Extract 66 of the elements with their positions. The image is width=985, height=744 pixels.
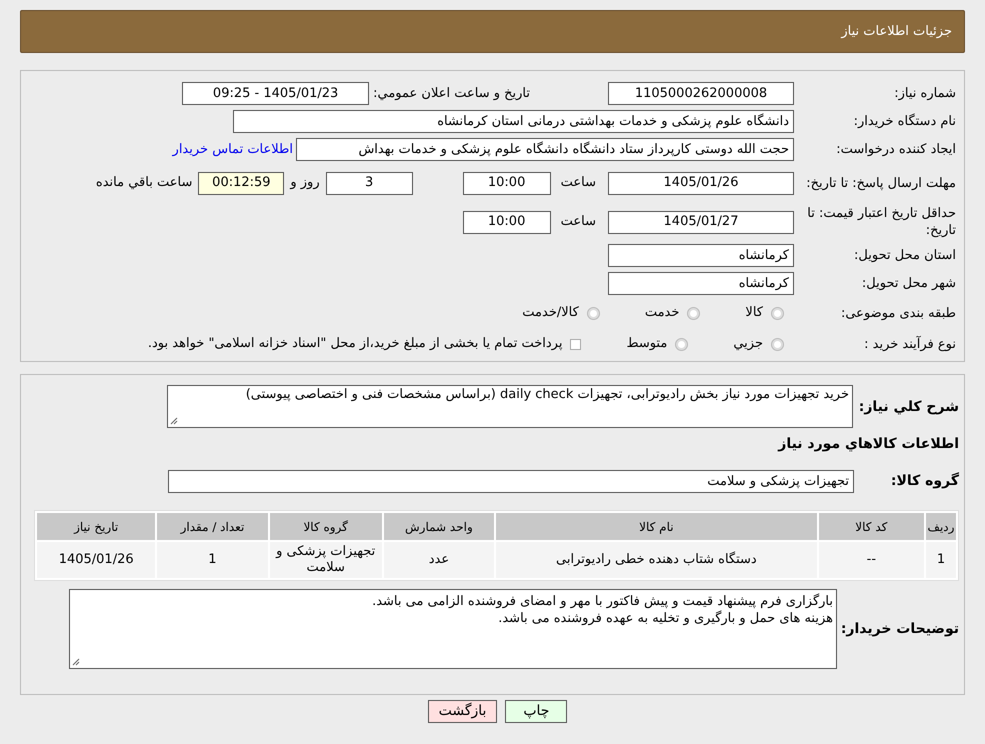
announce-date-field: 1405/01/23 - 09:25: [182, 82, 370, 105]
time-field: 10:00: [462, 210, 551, 234]
description-field: خرید تجهیزات مورد نیاز بخش رادیوترابی، تجهیزات daily check (براساس مشخصات فنی و اختصاصی پیوستی): [167, 385, 853, 428]
option-label: پرداخت تمام یا بخشی از مبلغ خرید،از محل "اسناد خزانه اسلامی" خواهد بود.: [148, 335, 562, 354]
column-header: گروه کالا: [270, 513, 382, 540]
table-cell: عدد: [384, 542, 494, 578]
option-label: خدمت: [644, 304, 680, 322]
field-label: روز و: [290, 174, 320, 192]
resize-handle-icon[interactable]: [170, 417, 178, 425]
radio-button[interactable]: [675, 338, 688, 350]
column-header: تعداد / مقدار: [157, 513, 268, 540]
field-label: استان محل تحویل:: [853, 247, 957, 264]
back-button[interactable]: بازگشت: [428, 700, 498, 723]
table-cell: 1: [157, 542, 268, 578]
need-number-field: 1105000262000008: [608, 82, 794, 105]
note-line: بارگزاری فرم پیشنهاد قیمت و پیش فاکتور با مهر و امضای فروشنده الزامی می باشد.: [371, 593, 833, 610]
field-label: ساعت: [560, 174, 596, 192]
option-label: کالا/خدمت: [522, 304, 579, 322]
table-cell: --: [818, 542, 924, 578]
days-field: 3: [326, 172, 413, 194]
buyer-contact-link[interactable]: اطلاعات تماس خریدار: [172, 140, 293, 160]
field-label: ساعت باقي مانده: [96, 174, 192, 192]
goods-group-field: تجهیزات پزشکی و سلامت: [168, 470, 854, 493]
field-label: ساعت: [560, 213, 596, 232]
table-cell: تجهیزات پزشکی و سلامت: [270, 542, 382, 578]
table-cell: 1: [926, 542, 956, 578]
field-label: گروه کالا:: [890, 471, 959, 491]
field-label: طبقه بندی موضوعی:: [840, 304, 957, 322]
column-header: واحد شمارش: [384, 513, 494, 540]
checkbox[interactable]: [570, 338, 582, 350]
field-label: حداقل تاریخ اعتبار قیمت: تا تاریخ:: [806, 205, 957, 239]
buyer-field: دانشگاه علوم پزشکی و خدمات بهداشتی درمانی استان کرمانشاه: [233, 110, 794, 133]
table-cell: 1405/01/26: [37, 542, 156, 578]
page-title: جزئیات اطلاعات نیاز: [841, 22, 952, 41]
radio-button[interactable]: [771, 306, 784, 320]
column-header: رديف: [926, 513, 956, 540]
time-field: 10:00: [462, 172, 551, 194]
field-label: نام دستگاه خریدار:: [852, 113, 957, 130]
column-header: کد کالا: [818, 513, 924, 540]
table-cell: دستگاه شتاب دهنده خطی رادیوترابی: [496, 542, 817, 578]
field-label: شماره نیاز:: [893, 85, 957, 102]
option-label: متوسط: [626, 335, 668, 354]
radio-button[interactable]: [771, 338, 784, 350]
radio-button[interactable]: [687, 306, 700, 320]
radio-button[interactable]: [586, 306, 600, 320]
remaining-time-field: 00:12:59: [198, 172, 284, 194]
field-label: ایجاد کننده درخواست:: [835, 141, 957, 158]
date-field: 1405/01/27: [608, 210, 794, 234]
field-label: نوع فرآیند خرید :: [863, 336, 957, 352]
field-label: شرح کلي نیاز:: [858, 398, 959, 417]
field-label: مهلت ارسال پاسخ: تا تاریخ:: [805, 174, 957, 192]
field-label: تاریخ و ساعت اعلان عمومي:: [373, 84, 530, 103]
option-label: جزيي: [733, 335, 763, 354]
note-line: هزینه های حمل و بارگیری و تخلیه به عهده فروشنده می باشد.: [497, 610, 833, 627]
resize-handle-icon[interactable]: [72, 658, 80, 666]
section-heading: اطلاعات کالاهاي مورد نیاز: [778, 435, 959, 454]
province-field: کرمانشاه: [608, 244, 794, 267]
requester-field: حجت الله دوستی کارپرداز ستاد دانشگاه دانشگاه علوم پزشکی و خدمات بهداش: [296, 138, 794, 161]
print-button[interactable]: چاپ: [505, 700, 568, 723]
field-label: توضیحات خریدار:: [840, 620, 959, 638]
option-label: کالا: [745, 304, 763, 322]
field-label: شهر محل تحویل:: [860, 275, 957, 292]
column-header: تاریخ نیاز: [37, 513, 156, 540]
date-field: 1405/01/26: [608, 172, 794, 194]
column-header: نام کالا: [496, 513, 817, 540]
city-field: کرمانشاه: [608, 272, 794, 295]
